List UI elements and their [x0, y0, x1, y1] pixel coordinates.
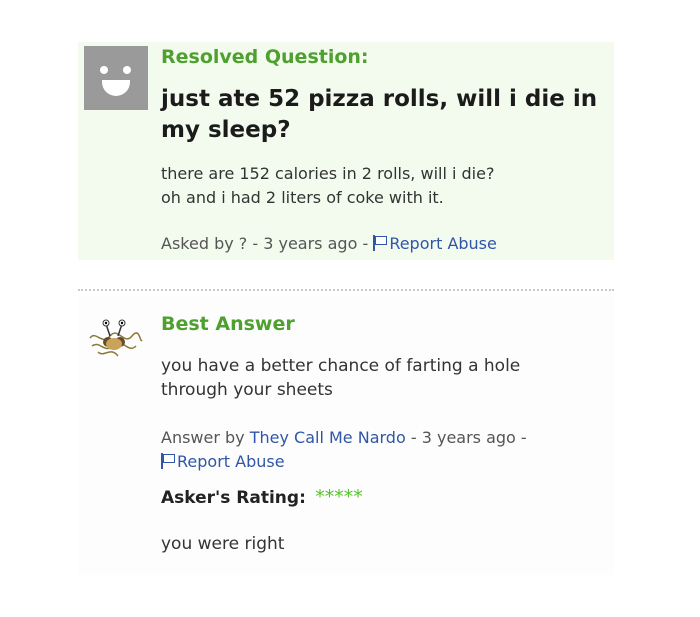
- question-body-line: there are 152 calories in 2 rolls, will …: [161, 164, 495, 183]
- flag-icon: [373, 235, 388, 251]
- rating-stars-icon: *****: [315, 486, 363, 508]
- answer-report-row: Report Abuse: [161, 452, 285, 471]
- asker-avatar-icon: [84, 46, 148, 110]
- answer-body-line: you have a better chance of farting a ho…: [161, 356, 521, 376]
- answer-by-label: Answer by: [161, 428, 245, 447]
- rating-label: Asker's Rating:: [161, 488, 306, 508]
- answer-report-abuse-link[interactable]: Report Abuse: [161, 452, 285, 471]
- question-time: - 3 years ago -: [252, 234, 369, 253]
- question-panel: [78, 42, 614, 260]
- answer-time: - 3 years ago -: [410, 428, 527, 447]
- asked-by-text: Asked by ?: [161, 234, 248, 253]
- question-title: just ate 52 pizza rolls, will i die in m…: [161, 86, 598, 143]
- question-body: there are 152 calories in 2 rolls, will …: [161, 162, 601, 210]
- answerer-avatar-icon: [89, 319, 143, 357]
- askers-rating: Asker's Rating: *****: [161, 486, 363, 508]
- question-meta: Asked by ? - 3 years ago - Report Abuse: [161, 234, 497, 253]
- section-divider: [78, 289, 614, 291]
- answer-body: you have a better chance of farting a ho…: [161, 354, 601, 402]
- best-answer-heading: Best Answer: [161, 313, 295, 335]
- resolved-question-label: Resolved Question:: [161, 46, 369, 68]
- flag-icon: [161, 453, 175, 469]
- answer-meta: Answer by They Call Me Nardo - 3 years a…: [161, 428, 527, 447]
- question-report-abuse-link[interactable]: Report Abuse: [373, 234, 497, 253]
- asker-comment: you were right: [161, 534, 285, 554]
- answer-author-link[interactable]: They Call Me Nardo: [250, 428, 406, 447]
- answer-body-line: through your sheets: [161, 380, 333, 400]
- question-body-line: oh and i had 2 liters of coke with it.: [161, 188, 444, 207]
